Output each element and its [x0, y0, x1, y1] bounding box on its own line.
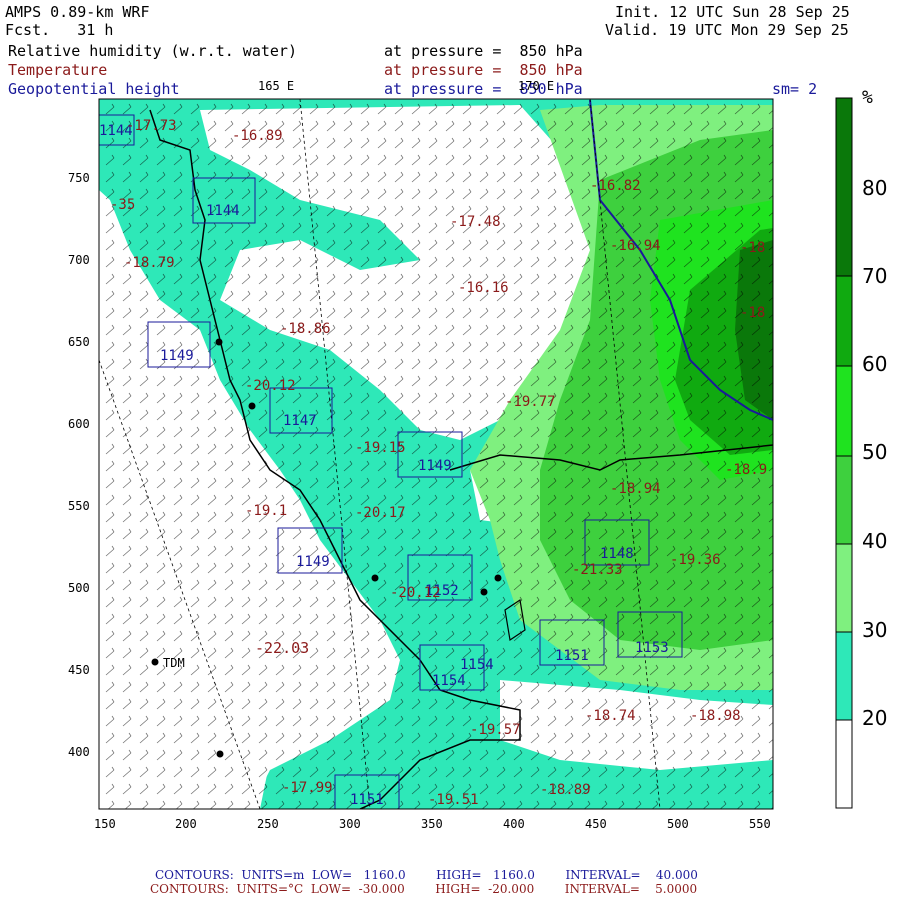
colorbar-60: [835, 365, 853, 457]
footer-temp-contours: CONTOURS: UNITS=°C LOW= -30.000 HIGH= -2…: [150, 882, 698, 896]
height-label: 1149: [418, 458, 452, 474]
colorbar-50: [835, 455, 853, 545]
temp-label: -20.12: [245, 378, 296, 394]
y-tick-600: 600: [68, 417, 90, 431]
colorbar-80: [835, 97, 853, 277]
map-figure: [98, 97, 853, 810]
temp-label: -19.57: [470, 722, 521, 738]
footer-height-contours: CONTOURS: UNITS=m LOW= 1160.0 HIGH= 1160…: [155, 868, 698, 882]
temp-label: -19.15: [355, 440, 406, 456]
map-panel: [99, 99, 773, 809]
x-tick-350: 350: [421, 817, 443, 831]
colorbar-40: [835, 543, 853, 633]
height-label: 1144: [206, 203, 240, 219]
height-label: 1149: [160, 348, 194, 364]
colorbar-label-80: 80: [862, 176, 888, 200]
height-label: 1149: [296, 554, 330, 570]
x-tick-450: 450: [585, 817, 607, 831]
temp-label: -16.82: [590, 178, 641, 194]
y-tick-450: 450: [68, 663, 90, 677]
x-tick-400: 400: [503, 817, 525, 831]
height-label: 1148: [600, 546, 634, 562]
temp-label: -35: [110, 197, 136, 213]
height-label: 1147: [283, 413, 317, 429]
colorbar-label-50: 50: [862, 440, 888, 464]
colorbar-20: [835, 719, 853, 809]
x-tick-150: 150: [94, 817, 116, 831]
temp-label: -18.98: [690, 708, 741, 724]
colorbar-unit: %: [862, 87, 873, 108]
temp-label: -19.77: [505, 394, 556, 410]
colorbar-label-30: 30: [862, 618, 888, 642]
temp-label: -18.74: [585, 708, 636, 724]
y-tick-750: 750: [68, 171, 90, 185]
y-tick-550: 550: [68, 499, 90, 513]
temp-label: -18: [740, 240, 766, 256]
temp-label: -18.79: [124, 255, 175, 271]
temp-label: -21.33: [572, 562, 623, 578]
temp-label: -19.36: [670, 552, 721, 568]
temp-label: -17.48: [450, 214, 501, 230]
temp-label: -19.51: [428, 792, 479, 808]
temp-label: -18: [740, 305, 766, 321]
y-tick-500: 500: [68, 581, 90, 595]
temp-label: -22.03: [255, 639, 310, 657]
height-label: 1154: [432, 673, 466, 689]
temp-label: -17.99: [282, 780, 333, 796]
station-label-tdm: TDM: [163, 656, 185, 670]
x-tick-200: 200: [175, 817, 197, 831]
colorbar-30: [835, 631, 853, 721]
height-label: 1151: [555, 648, 589, 664]
temp-label: -18.94: [610, 481, 661, 497]
y-tick-400: 400: [68, 745, 90, 759]
colorbar-label-70: 70: [862, 264, 888, 288]
colorbar-label-60: 60: [862, 352, 888, 376]
x-tick-300: 300: [339, 817, 361, 831]
colorbar-label-20: 20: [862, 706, 888, 730]
x-tick-500: 500: [667, 817, 689, 831]
temp-label: -16.89: [232, 128, 283, 144]
temp-label: -19.1: [245, 503, 288, 519]
temp-label: -18.86: [280, 321, 331, 337]
colorbar-label-40: 40: [862, 529, 888, 553]
x-tick-550: 550: [749, 817, 771, 831]
temp-label: -20.12: [390, 585, 441, 601]
temp-label: -20.17: [355, 505, 406, 521]
temp-label: -16.16: [458, 280, 509, 296]
height-label: 1151: [350, 792, 384, 808]
height-label: 1154: [460, 657, 494, 673]
temp-label: -17.73: [126, 118, 177, 134]
temp-label: -16.94: [610, 238, 661, 254]
temp-label: -18.89: [540, 782, 591, 798]
colorbar-70: [835, 275, 853, 367]
colorbar: [835, 97, 853, 809]
y-tick-700: 700: [68, 253, 90, 267]
temp-label: -18.9: [725, 462, 768, 478]
x-tick-250: 250: [257, 817, 279, 831]
height-label: 1153: [635, 640, 669, 656]
y-tick-650: 650: [68, 335, 90, 349]
